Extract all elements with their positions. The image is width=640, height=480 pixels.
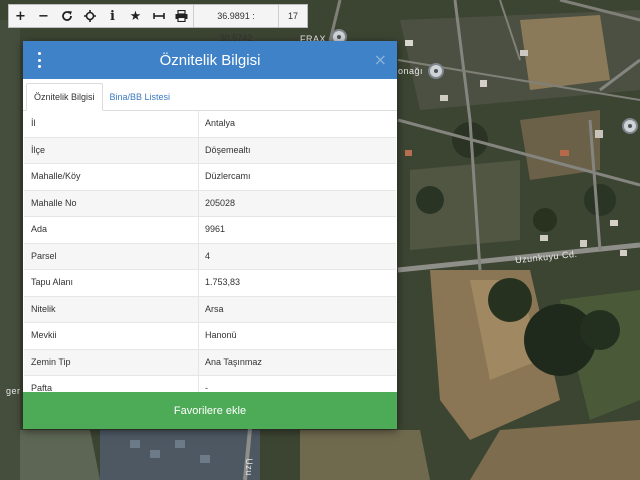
refresh-icon[interactable] [55, 5, 78, 27]
attribute-value: 9961 [205, 224, 226, 234]
locate-icon[interactable] [78, 5, 101, 27]
print-icon[interactable] [170, 5, 193, 27]
info-icon[interactable]: i [101, 5, 124, 27]
attribute-value: Düzlercamı [205, 171, 251, 181]
zoom-level-readout: 17 [278, 5, 307, 27]
table-row: İl Antalya [24, 111, 396, 138]
table-row: Tapu Alanı 1.753,83 [24, 270, 396, 297]
table-row: Nitelik Arsa [24, 296, 396, 323]
map-label-ger: ger [6, 386, 21, 396]
attribute-value: Arsa [205, 303, 224, 314]
attribute-key: İl [24, 111, 199, 137]
table-row: Ada 9961 [24, 217, 396, 244]
attribute-value: 4 [205, 250, 211, 261]
attribute-value: Ana Taşınmaz [205, 356, 262, 367]
zoom-out-icon[interactable]: − [32, 5, 55, 27]
measure-icon[interactable] [147, 5, 170, 27]
attribute-value: Antalya [205, 118, 236, 128]
attribute-value: 205028 [205, 197, 236, 208]
table-row: Mahalle/Köy Düzlercamı [24, 164, 396, 191]
coordinate-readout: 36.9891 : 30.5742 [193, 5, 278, 43]
attribute-key: Zemin Tip [24, 349, 199, 375]
star-icon[interactable]: ★ [124, 5, 147, 27]
map-label-onagi: onağı [398, 66, 424, 76]
map-marker-icon[interactable] [428, 63, 444, 79]
attribute-value: 1.753,83 [205, 277, 241, 287]
attribute-key: Mevkii [24, 323, 199, 349]
attribute-key: Mahalle/Köy [24, 164, 199, 190]
attribute-table: İl Antalya İlçe Döşemealtı Mahalle/Köy Düzl… [24, 111, 396, 403]
table-row: Mahalle No 205028 [24, 190, 396, 217]
attribute-value: Döşemealtı [205, 144, 251, 155]
attribute-key: Ada [24, 217, 199, 243]
dialog-tabs: Öznitelik Bilgisi Bina/BB Listesi [23, 79, 397, 111]
map-toolbar: + − i ★ 36.9891 : 30.5742 17 [8, 4, 308, 43]
attribute-key: Parsel [24, 243, 199, 269]
attribute-key: Mahalle No [24, 190, 199, 216]
attribute-key: Tapu Alanı [24, 270, 199, 296]
vertical-dots-menu-icon[interactable] [35, 52, 43, 68]
attribute-key: Nitelik [24, 296, 199, 322]
tab-building-list[interactable]: Bina/BB Listesi [103, 84, 178, 110]
tab-attribute-info[interactable]: Öznitelik Bilgisi [26, 83, 103, 111]
table-row: Zemin Tip Ana Taşınmaz [24, 349, 396, 376]
map-label-uzu: Uzu [243, 458, 254, 476]
table-row: İlçe Döşemealtı [24, 137, 396, 164]
add-to-favorites-button[interactable]: Favorilere ekle [23, 392, 397, 429]
map-marker-icon[interactable] [622, 118, 638, 134]
zoom-in-icon[interactable]: + [9, 5, 32, 27]
attribute-key: İlçe [24, 137, 199, 163]
dialog-header: Öznitelik Bilgisi × [23, 41, 397, 79]
attribute-value: Hanonü [205, 330, 237, 340]
close-icon[interactable]: × [374, 50, 387, 69]
attribute-info-dialog: Öznitelik Bilgisi × Öznitelik Bilgisi Bi… [23, 41, 397, 429]
table-row: Mevkii Hanonü [24, 323, 396, 350]
dialog-title: Öznitelik Bilgisi [159, 51, 261, 69]
table-row: Parsel 4 [24, 243, 396, 270]
